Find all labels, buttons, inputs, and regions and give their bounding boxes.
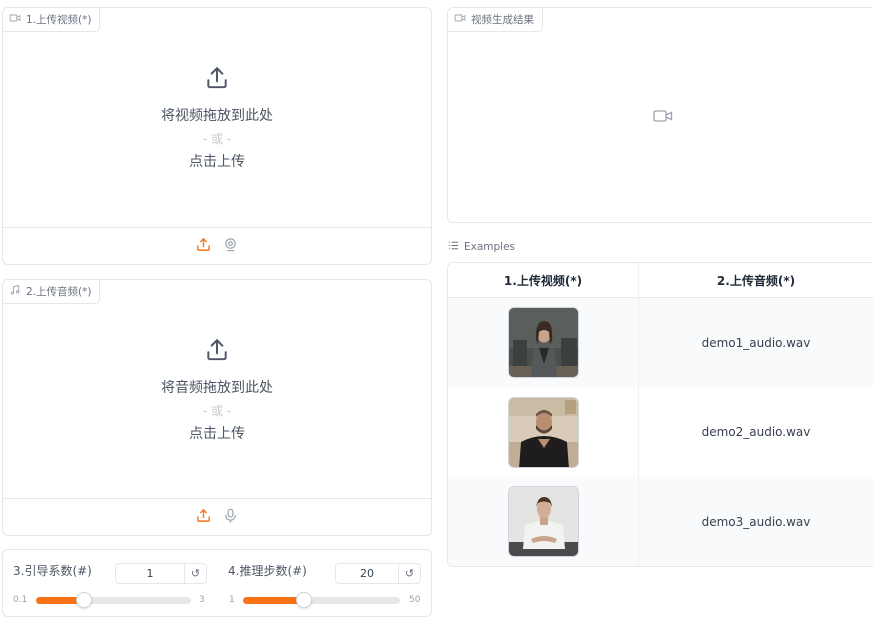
reset-icon[interactable]: ↺ xyxy=(398,564,420,583)
example-video-cell[interactable] xyxy=(448,298,639,388)
audio-source-bar xyxy=(3,498,431,535)
video-source-bar xyxy=(3,227,431,264)
parameters-panel: 3.引导系数(#) 1 ↺ 0.1 3 4.推理步数(#) 20 ↺ 1 50 xyxy=(2,549,432,617)
guidance-number-input[interactable]: 1 ↺ xyxy=(115,563,207,584)
audio-drop-text: 将音频拖放到此处 xyxy=(161,380,273,396)
steps-value[interactable]: 20 xyxy=(336,567,398,580)
steps-label: 4.推理步数(#) xyxy=(228,564,307,578)
example-video-thumbnail[interactable] xyxy=(507,486,579,558)
steps-number-input[interactable]: 20 ↺ xyxy=(335,563,421,584)
steps-slider-thumb[interactable] xyxy=(296,592,313,608)
guidance-slider-thumb[interactable] xyxy=(76,592,93,608)
example-audio-cell[interactable]: demo2_audio.wav xyxy=(639,388,873,478)
webcam-icon xyxy=(223,237,238,256)
steps-max: 50 xyxy=(409,595,421,605)
example-row[interactable]: demo3_audio.wav xyxy=(448,477,873,566)
video-camera-icon xyxy=(653,108,673,128)
example-audio-cell[interactable]: demo3_audio.wav xyxy=(639,477,873,566)
video-or-text: - 或 - xyxy=(202,132,232,146)
reset-icon[interactable]: ↺ xyxy=(184,564,206,583)
video-dropzone[interactable]: 将视频拖放到此处 - 或 - 点击上传 xyxy=(3,8,431,228)
video-drop-text: 将视频拖放到此处 xyxy=(161,108,273,124)
example-audio-cell[interactable]: demo1_audio.wav xyxy=(639,298,873,388)
example-video-cell[interactable] xyxy=(448,387,639,478)
example-video-thumbnail[interactable] xyxy=(507,396,579,468)
video-camera-icon xyxy=(454,12,466,27)
upload-source-button[interactable] xyxy=(196,508,211,527)
audio-or-text: - 或 - xyxy=(202,404,232,418)
guidance-value[interactable]: 1 xyxy=(116,567,184,580)
steps-min: 1 xyxy=(229,595,235,605)
video-click-text[interactable]: 点击上传 xyxy=(189,151,245,171)
webcam-source-button[interactable] xyxy=(223,237,238,256)
guidance-slider[interactable] xyxy=(36,592,191,608)
list-icon xyxy=(448,240,459,254)
result-label: 视频生成结果 xyxy=(471,14,534,26)
examples-heading: Examples xyxy=(448,240,515,254)
upload-source-button[interactable] xyxy=(196,237,211,256)
result-label-tag: 视频生成结果 xyxy=(448,8,543,32)
example-video-thumbnail[interactable] xyxy=(507,307,579,379)
upload-icon xyxy=(196,237,211,256)
examples-table: 1.上传视频(*) 2.上传音频(*) demo1_audio.wav demo… xyxy=(447,262,873,567)
steps-slider[interactable] xyxy=(243,592,400,608)
examples-header-row: 1.上传视频(*) 2.上传音频(*) xyxy=(448,263,873,298)
examples-label: Examples xyxy=(464,241,516,253)
upload-icon xyxy=(196,508,211,527)
microphone-icon xyxy=(223,508,238,527)
examples-header-video: 1.上传视频(*) xyxy=(448,263,639,297)
audio-dropzone[interactable]: 将音频拖放到此处 - 或 - 点击上传 xyxy=(3,280,431,500)
result-video-panel: 视频生成结果 xyxy=(447,7,873,223)
example-video-cell[interactable] xyxy=(448,477,639,566)
guidance-min: 0.1 xyxy=(13,595,28,605)
guidance-label: 3.引导系数(#) xyxy=(13,564,92,578)
audio-click-text[interactable]: 点击上传 xyxy=(189,423,245,443)
example-row[interactable]: demo1_audio.wav xyxy=(448,298,873,388)
steps-slider-fill xyxy=(243,597,305,604)
upload-icon xyxy=(204,337,230,367)
examples-header-audio: 2.上传音频(*) xyxy=(716,273,796,288)
audio-upload-panel: 2.上传音频(*) 将音频拖放到此处 - 或 - 点击上传 xyxy=(2,279,432,536)
guidance-max: 3 xyxy=(199,595,205,605)
video-upload-panel: 1.上传视频(*) 将视频拖放到此处 - 或 - 点击上传 xyxy=(2,7,432,265)
example-row[interactable]: demo2_audio.wav xyxy=(448,387,873,478)
upload-icon xyxy=(204,65,230,95)
microphone-source-button[interactable] xyxy=(223,508,238,527)
